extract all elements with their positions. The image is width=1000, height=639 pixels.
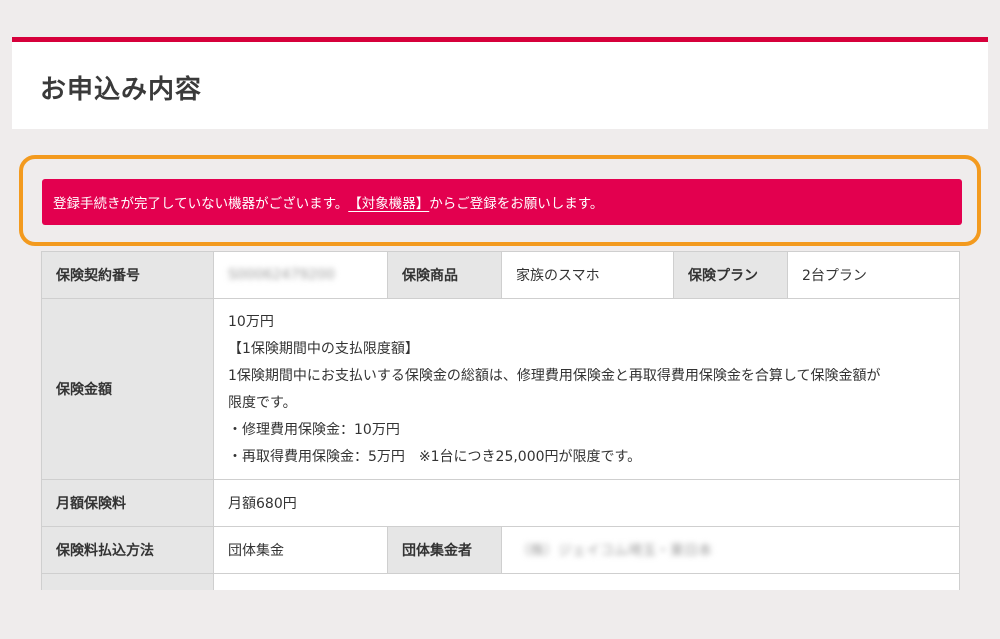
table-row	[41, 573, 960, 590]
page-header: お申込み内容	[12, 37, 988, 129]
premium-label: 月額保険料	[41, 479, 214, 527]
collector-value: （株）ジェイコム埼玉・東日本	[501, 526, 960, 574]
alert-text-after: からご登録をお願いします。	[429, 196, 604, 212]
page-title: お申込み内容	[40, 75, 203, 105]
collector-label: 団体集金者	[387, 526, 502, 574]
page: お申込み内容 登録手続きが完了していない機器がございます。 【対象機器】 からご…	[0, 0, 1000, 639]
repair-coverage-item: ・修理費用保険金：10万円	[228, 422, 400, 438]
table-row: 月額保険料 月額680円	[41, 479, 960, 527]
contract-number-label: 保険契約番号	[41, 251, 214, 299]
target-devices-link[interactable]: 【対象機器】	[348, 192, 429, 212]
page-cutoff	[0, 595, 1000, 639]
contract-number-text: S00062479200	[228, 267, 335, 283]
premium-value: 月額680円	[213, 479, 960, 527]
coverage-description-cont: 限度です。	[228, 395, 297, 411]
coverage-description: 1保険期間中にお支払いする保険金の総額は、修理費用保険金と再取得費用保険金を合算…	[228, 368, 881, 384]
plan-value: 2台プラン	[787, 251, 960, 299]
product-label: 保険商品	[387, 251, 502, 299]
collector-text: （株）ジェイコム埼玉・東日本	[516, 543, 712, 559]
table-row: 保険金額 10万円 【1保険期間中の支払限度額】 1保険期間中にお支払いする保険…	[41, 298, 960, 480]
alert-highlight-frame: 登録手続きが完了していない機器がございます。 【対象機器】 からご登録をお願いし…	[19, 155, 981, 246]
alert-text-before: 登録手続きが完了していない機器がございます。	[53, 196, 349, 212]
coverage-amount: 10万円	[228, 314, 274, 330]
payment-method-value: 団体集金	[213, 526, 388, 574]
coverage-value: 10万円 【1保険期間中の支払限度額】 1保険期間中にお支払いする保険金の総額は…	[213, 298, 960, 480]
table-row: 保険料払込方法 団体集金 団体集金者 （株）ジェイコム埼玉・東日本	[41, 526, 960, 574]
contract-details-table: 保険契約番号 S00062479200 保険商品 家族のスマホ 保険プラン 2台…	[41, 251, 960, 590]
table-cell	[41, 573, 214, 590]
table-cell	[213, 573, 960, 590]
coverage-limit-heading: 【1保険期間中の支払限度額】	[228, 341, 419, 357]
registration-alert: 登録手続きが完了していない機器がございます。 【対象機器】 からご登録をお願いし…	[42, 179, 962, 225]
product-value: 家族のスマホ	[501, 251, 674, 299]
payment-method-label: 保険料払込方法	[41, 526, 214, 574]
plan-label: 保険プラン	[673, 251, 788, 299]
table-row: 保険契約番号 S00062479200 保険商品 家族のスマホ 保険プラン 2台…	[41, 251, 960, 299]
coverage-label: 保険金額	[41, 298, 214, 480]
replacement-coverage-item: ・再取得費用保険金：5万円 ※1台につき25,000円が限度です。	[228, 449, 642, 465]
contract-number-value: S00062479200	[213, 251, 388, 299]
